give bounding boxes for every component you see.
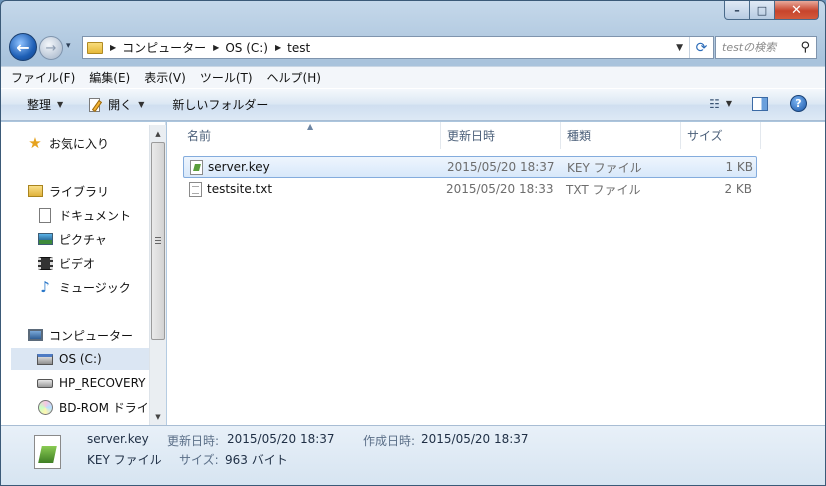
help-icon[interactable]: ?: [790, 95, 807, 112]
key-file-icon: [190, 159, 203, 175]
forward-button[interactable]: →: [39, 36, 63, 60]
view-options-icon[interactable]: ☷: [709, 97, 720, 111]
file-type: TXT ファイル: [566, 182, 641, 197]
details-filetype: KEY ファイル: [87, 453, 162, 467]
file-row-server-key[interactable]: server.key 2015/05/20 18:37 KEY ファイル 1 K…: [183, 156, 757, 178]
menu-view[interactable]: 表示(V): [144, 69, 186, 86]
search-input[interactable]: [722, 41, 796, 54]
menu-bar: ファイル(F) 編集(E) 表示(V) ツール(T) ヘルプ(H): [1, 66, 825, 88]
navigation-bar: ← → ▾ ▶ コンピューター ▶ OS (C:) ▶ test ▼ ⟳ ⚲: [9, 32, 817, 62]
recent-pages-dropdown[interactable]: ▾: [66, 41, 71, 51]
file-date: 2015/05/20 18:37: [447, 160, 555, 174]
sidebar-item-os-c[interactable]: OS (C:): [11, 348, 149, 370]
sidebar-item-label: ビデオ: [59, 256, 96, 271]
column-name[interactable]: 名前: [181, 122, 441, 149]
column-header: ▲ 名前 更新日時 種類 サイズ: [167, 122, 825, 149]
chevron-right-icon[interactable]: ▶: [110, 43, 116, 52]
key-file-icon: [34, 435, 61, 469]
column-size[interactable]: サイズ: [681, 122, 761, 149]
organize-label: 整理: [27, 98, 52, 112]
navigation-pane-scrollbar[interactable]: ▲ ▼: [149, 125, 166, 425]
details-modified-value: 2015/05/20 18:37: [227, 432, 335, 446]
toolbar-right: ☷ ▼ ?: [709, 95, 807, 112]
file-row-testsite-txt[interactable]: testsite.txt 2015/05/20 18:33 TXT ファイル 2…: [183, 178, 757, 200]
sidebar-item-label: ピクチャ: [59, 232, 107, 247]
search-icon[interactable]: ⚲: [800, 40, 810, 55]
details-created-label: 作成日時:: [363, 434, 416, 448]
details-modified-label: 更新日時:: [167, 434, 220, 448]
back-button[interactable]: ←: [9, 33, 37, 61]
document-icon: [37, 207, 53, 223]
drive-icon: [37, 351, 53, 367]
menu-tools[interactable]: ツール(T): [200, 69, 253, 86]
sidebar-item-label: お気に入り: [49, 136, 110, 151]
sidebar-item-label: ドキュメント: [59, 208, 132, 223]
sidebar-item-label: HP_RECOVERY: [59, 376, 146, 390]
search-box[interactable]: ⚲: [715, 36, 817, 59]
drive-icon: [37, 375, 53, 391]
navigation-pane: ★ お気に入り ライブラリ ドキュメント ピクチャ ビデオ ♪ ミュージック コ…: [1, 122, 166, 425]
folder-icon: [87, 41, 103, 54]
caret-down-icon: ▼: [138, 100, 145, 109]
star-icon: ★: [28, 134, 42, 152]
open-button[interactable]: 開く ▼: [87, 96, 144, 113]
breadcrumb-computer[interactable]: コンピューター: [122, 39, 206, 56]
sidebar-item-label: コンピューター: [49, 328, 134, 343]
text-file-icon: [189, 181, 202, 197]
maximize-button[interactable]: □: [750, 1, 775, 20]
window-controls: – □ ✕: [724, 1, 819, 21]
column-type[interactable]: 種類: [561, 122, 681, 149]
sidebar-item-bd-rom[interactable]: BD-ROM ドライ: [37, 396, 149, 418]
preview-pane-icon[interactable]: [752, 96, 768, 111]
library-icon: [27, 183, 43, 199]
address-bar[interactable]: ▶ コンピューター ▶ OS (C:) ▶ test ▼ ⟳: [82, 36, 714, 59]
picture-icon: [37, 231, 53, 247]
video-icon: [37, 255, 53, 271]
refresh-icon[interactable]: ⟳: [689, 37, 713, 58]
address-history-dropdown[interactable]: ▼: [676, 43, 683, 53]
command-bar: 整理 ▼ 開く ▼ 新しいフォルダー ☷ ▼ ?: [1, 88, 825, 121]
chevron-right-icon[interactable]: ▶: [275, 43, 281, 52]
details-size-value: 963 バイト: [225, 453, 288, 467]
file-name: testsite.txt: [207, 182, 273, 196]
sidebar-item-label: ライブラリ: [49, 184, 110, 199]
explorer-window: – □ ✕ ← → ▾ ▶ コンピューター ▶ OS (C:) ▶ test ▼…: [0, 0, 826, 486]
menu-file[interactable]: ファイル(F): [11, 69, 75, 86]
file-list-pane: ▲ 名前 更新日時 種類 サイズ server.key 2015/05/20 1…: [167, 122, 825, 425]
details-pane: server.key KEY ファイル 更新日時: 2015/05/20 18:…: [1, 425, 825, 485]
breadcrumb-test[interactable]: test: [287, 41, 310, 55]
menu-help[interactable]: ヘルプ(H): [267, 69, 321, 86]
sidebar-item-label: BD-ROM ドライ: [59, 400, 149, 415]
file-size: 2 KB: [724, 182, 752, 196]
caret-down-icon: ▼: [57, 100, 64, 109]
details-filename: server.key: [87, 432, 149, 446]
new-folder-button[interactable]: 新しいフォルダー: [172, 96, 268, 113]
close-button[interactable]: ✕: [775, 1, 819, 20]
scroll-down-arrow-icon[interactable]: ▼: [150, 408, 166, 425]
open-with-icon: [87, 97, 103, 112]
sidebar-item-hp-recovery[interactable]: HP_RECOVERY: [37, 372, 149, 394]
file-name: server.key: [208, 160, 270, 174]
sidebar-item-label: OS (C:): [59, 352, 102, 366]
details-created-value: 2015/05/20 18:37: [421, 432, 529, 446]
music-icon: ♪: [40, 278, 50, 296]
disc-icon: [37, 399, 53, 415]
file-type: KEY ファイル: [567, 160, 642, 175]
open-label: 開く: [108, 98, 133, 112]
column-date[interactable]: 更新日時: [441, 122, 561, 149]
breadcrumb-os-c[interactable]: OS (C:): [225, 41, 268, 55]
minimize-button[interactable]: –: [724, 1, 750, 20]
scroll-thumb[interactable]: [151, 142, 165, 340]
file-size: 1 KB: [725, 160, 753, 174]
caret-down-icon[interactable]: ▼: [726, 99, 732, 108]
scroll-up-arrow-icon[interactable]: ▲: [150, 125, 166, 142]
file-date: 2015/05/20 18:33: [446, 182, 554, 196]
computer-icon: [27, 327, 43, 343]
chevron-right-icon[interactable]: ▶: [213, 43, 219, 52]
organize-button[interactable]: 整理 ▼: [27, 96, 63, 113]
menu-edit[interactable]: 編集(E): [89, 69, 130, 86]
details-size-label: サイズ:: [179, 453, 219, 467]
sidebar-item-label: ミュージック: [59, 280, 131, 295]
new-folder-label: 新しいフォルダー: [172, 98, 269, 112]
